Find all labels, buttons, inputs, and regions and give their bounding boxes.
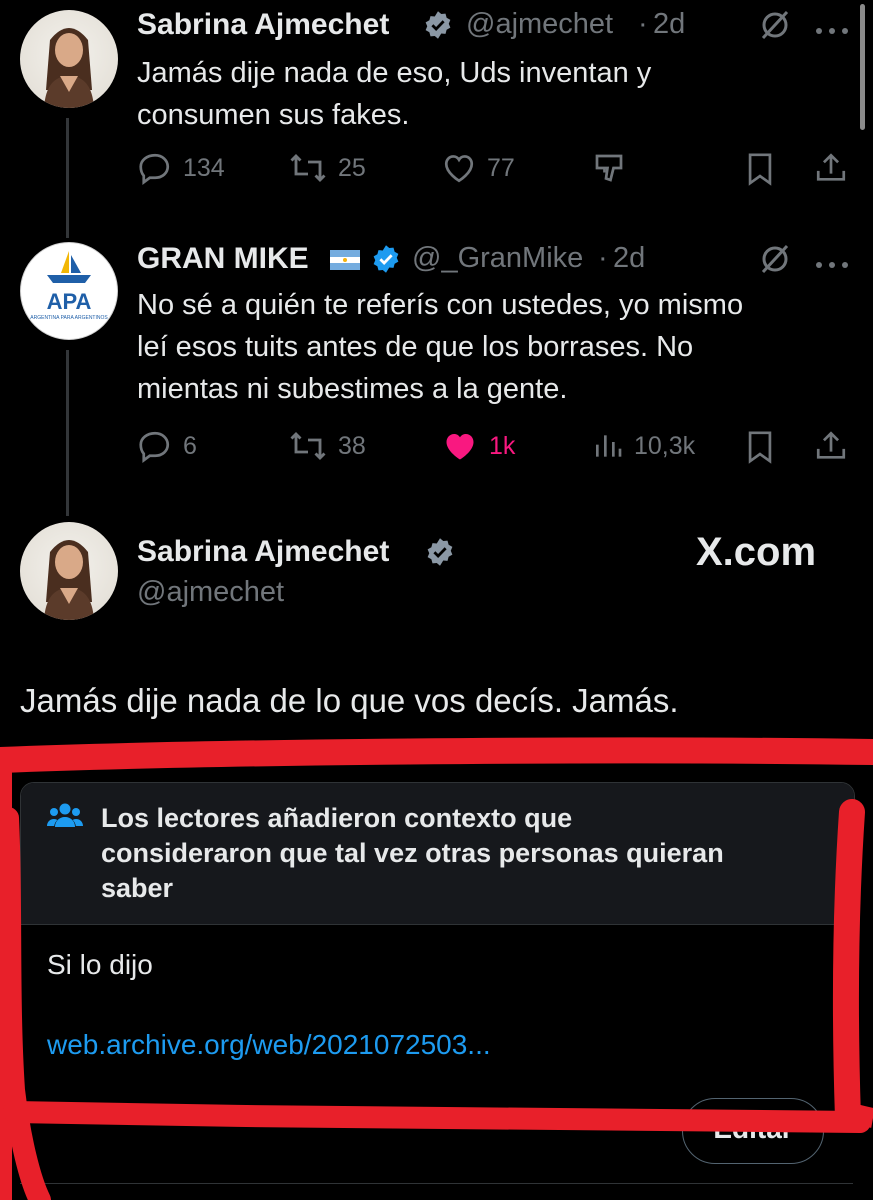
- grok-icon[interactable]: [758, 242, 792, 281]
- community-note-body: Si lo dijo web.archive.org/web/202107250…: [21, 925, 854, 1119]
- avatar[interactable]: [20, 522, 118, 620]
- views-icon: [596, 435, 622, 457]
- author-name[interactable]: Sabrina Ajmechet: [137, 535, 389, 569]
- separator-dot: ·: [598, 242, 608, 274]
- more-options-icon[interactable]: [815, 256, 849, 274]
- edit-button[interactable]: Editar: [682, 1098, 824, 1164]
- more-options-icon[interactable]: [815, 22, 849, 40]
- tweet-text: Jamás dije nada de eso, Uds inventan y c…: [137, 57, 652, 131]
- grok-icon[interactable]: [758, 8, 792, 47]
- avatar[interactable]: APA ARGENTINA PARA ARGENTINOS: [20, 242, 118, 340]
- community-note-header: Los lectores añadieron contexto que cons…: [21, 783, 854, 925]
- edit-button-label: Editar: [713, 1113, 793, 1144]
- bookmark-icon[interactable]: [744, 430, 776, 469]
- community-note-link[interactable]: web.archive.org/web/2021072503...: [47, 1029, 491, 1061]
- like-button[interactable]: 1k: [441, 428, 515, 464]
- author-name[interactable]: GRAN MIKE: [137, 242, 309, 276]
- card-divider: [20, 1183, 853, 1184]
- community-note[interactable]: Los lectores añadieron contexto que cons…: [20, 782, 855, 1120]
- author-handle[interactable]: @_GranMike: [412, 242, 583, 275]
- views-count: 10,3k: [634, 431, 696, 460]
- verified-badge-icon: [425, 537, 455, 572]
- main-tweet-text: Jamás dije nada de lo que vos decís. Jam…: [20, 682, 679, 719]
- retweet-icon: [290, 153, 326, 183]
- share-icon[interactable]: [814, 428, 848, 469]
- reply-icon: [139, 153, 170, 185]
- retweet-button[interactable]: 38: [288, 428, 366, 464]
- argentina-flag-icon: [330, 250, 360, 275]
- scrollbar[interactable]: [860, 4, 865, 130]
- bookmark-icon[interactable]: [744, 152, 776, 191]
- thread-line: [66, 350, 69, 516]
- verified-badge-icon: [423, 10, 453, 45]
- verified-badge-icon: [371, 244, 401, 279]
- views-button[interactable]: 10,3k: [592, 428, 695, 464]
- author-handle[interactable]: @ajmechet: [466, 8, 613, 41]
- like-button[interactable]: 77: [441, 150, 515, 186]
- retweet-count: 38: [338, 431, 366, 460]
- author-name[interactable]: Sabrina Ajmechet: [137, 8, 389, 42]
- thread-line: [66, 118, 69, 238]
- tweet-text: No sé a quién te referís con ustedes, yo…: [137, 289, 744, 405]
- timestamp[interactable]: 2d: [653, 8, 685, 41]
- reply-button[interactable]: 134: [137, 150, 225, 186]
- heart-filled-icon: [446, 434, 474, 460]
- community-note-text: Si lo dijo: [47, 949, 153, 980]
- retweet-count: 25: [338, 153, 366, 182]
- separator-dot: ·: [638, 8, 648, 40]
- author-handle[interactable]: @ajmechet: [137, 576, 284, 609]
- people-icon: [47, 801, 83, 840]
- x-com-watermark: X.com: [696, 530, 817, 574]
- reply-count: 6: [183, 431, 197, 460]
- like-count: 77: [487, 153, 515, 182]
- reply-icon: [139, 431, 170, 463]
- like-count: 1k: [489, 431, 516, 460]
- heart-icon: [444, 155, 474, 183]
- apa-logo-subtext: ARGENTINA PARA ARGENTINOS: [30, 315, 108, 321]
- retweet-button[interactable]: 25: [288, 150, 366, 186]
- share-icon[interactable]: [814, 150, 848, 191]
- apa-logo-text: APA: [47, 289, 92, 314]
- reply-button[interactable]: 6: [137, 428, 197, 464]
- retweet-icon: [290, 431, 326, 461]
- timestamp[interactable]: 2d: [613, 242, 645, 275]
- downvote-icon[interactable]: [591, 150, 627, 191]
- avatar[interactable]: [20, 10, 118, 108]
- reply-count: 134: [183, 153, 225, 182]
